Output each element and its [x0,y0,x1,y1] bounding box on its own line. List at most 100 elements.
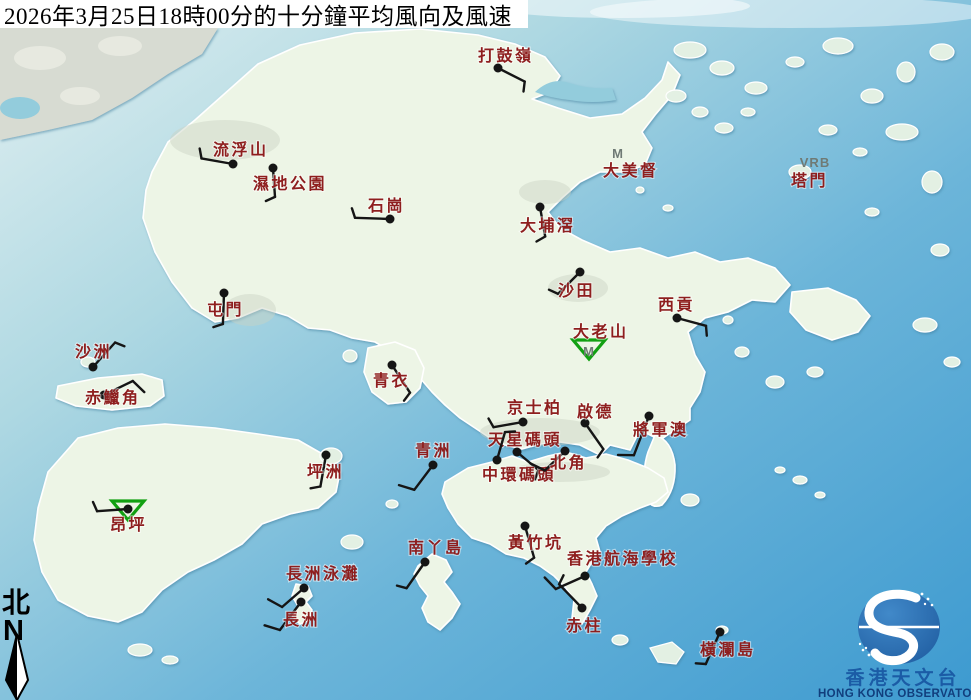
wind-barb-flick [706,326,707,336]
station-label: 大美督 [603,161,659,180]
station-dot [89,363,98,372]
station-label: 大埔滘 [520,216,576,235]
station-marker: VRB [800,155,830,170]
station-dot [297,598,306,607]
station-label: 青洲 [415,441,452,460]
port-shelter-island [766,376,784,388]
station-dot [673,314,682,323]
station-dot [576,268,585,277]
double-haven-island [741,108,755,116]
station-dot [300,584,309,593]
wind-map: 打鼓嶺流浮山濕地公園石崗M大美督VRB塔門大埔滘沙田屯門西貢M大老山沙洲赤鱲角青… [0,0,971,700]
tolo-islet [636,187,644,193]
station-label: 濕地公園 [253,174,327,193]
port-shelter-island [807,367,823,377]
station-dot [716,628,725,637]
map-title: 2026年3月25日18時00分的十分鐘平均風向及風速 [4,0,512,31]
station-label: 青衣 [373,371,410,390]
hei-ling-chau-island [341,535,363,549]
station-label: 黃竹坑 [507,533,564,552]
station-dot [269,164,278,173]
tolo-islet [663,205,673,211]
station-label: 京士柏 [507,398,563,417]
station-dot [581,572,590,581]
logo-name-cjk: 香港天文台 [844,666,960,689]
double-haven-island [715,123,733,133]
station-label: 打鼓嶺 [478,46,534,65]
station-dot [645,412,654,421]
urban-patch [60,87,100,105]
ninepin-island [793,476,807,484]
station-label: 坪洲 [307,463,344,481]
soko-island [128,644,152,656]
station-label: 啟德 [577,402,614,421]
station-dot [322,451,331,460]
station-label: 赤柱 [566,616,603,635]
station-label: 長洲泳灘 [286,564,360,583]
ninepin-island [815,492,825,498]
mirs-bay-island [931,244,949,256]
urban-patch [98,36,142,56]
station-label: 石崗 [367,196,405,215]
station-dot [521,522,530,531]
north-label-en: N [3,615,24,647]
station-dot [124,505,133,514]
east-island [944,357,960,367]
mirs-bay-island [786,57,804,67]
station-label: 橫瀾島 [700,640,756,659]
mirs-bay-island [886,124,918,140]
logo-name-en: HONG KONG OBSERVATORY [818,688,971,700]
mirs-bay-island [922,171,942,193]
mirs-bay-island [897,62,915,82]
wind-barb-flick [505,431,515,432]
station-dot [429,461,438,470]
station-dot [229,160,238,169]
station-label: 赤鱲角 [85,388,141,407]
station-dot [493,456,502,465]
ma-wan-island [343,350,357,362]
mirs-bay-island [930,44,954,60]
station-dot [388,361,397,370]
port-shelter-island [723,316,733,324]
mirs-bay-island [861,89,883,103]
station-marker: M [583,344,595,359]
station-label: 流浮山 [213,140,269,159]
ninepin-island [775,467,785,473]
station-label: 香港航海學校 [566,549,678,568]
station-dot [386,215,395,224]
double-haven-island [666,90,686,102]
mirs-bay-island [823,38,853,54]
station-label: 昂坪 [110,516,147,534]
beaufort-island [612,635,628,645]
station-dot [421,558,430,567]
wind-barb-flick [524,82,525,92]
station-label: 將軍澳 [633,420,689,439]
shenzhen-bay-water [0,97,40,119]
urban-patch [14,46,66,70]
station-label: 西貢 [658,296,695,314]
double-haven-island [692,107,708,117]
station-label: 南丫島 [408,538,464,557]
station-label: 沙洲 [75,343,112,361]
soko-island [162,656,178,664]
station-label: 沙田 [558,282,595,300]
mirs-bay-island [710,61,734,75]
station-dot [536,203,545,212]
station-label: 屯門 [207,300,244,319]
title-bar: 2026年3月25日18時00分的十分鐘平均風向及風速 [0,0,528,28]
port-shelter-island [735,347,749,357]
station-label: 中環碼頭 [482,465,556,484]
station-dot [519,418,528,427]
mirs-bay-island [745,82,767,94]
urban-tint [519,180,571,204]
tung-lung-island [681,494,699,506]
mirs-bay-island [674,42,706,58]
station-label: 大老山 [573,322,629,341]
east-island [913,318,937,332]
wind-barb-flick [696,663,706,664]
station-label: 天星碼頭 [488,431,562,449]
station-label: 長洲 [283,611,320,629]
kau-yi-chau-island [386,500,398,508]
station-dot [220,289,229,298]
station-dot [578,604,587,613]
